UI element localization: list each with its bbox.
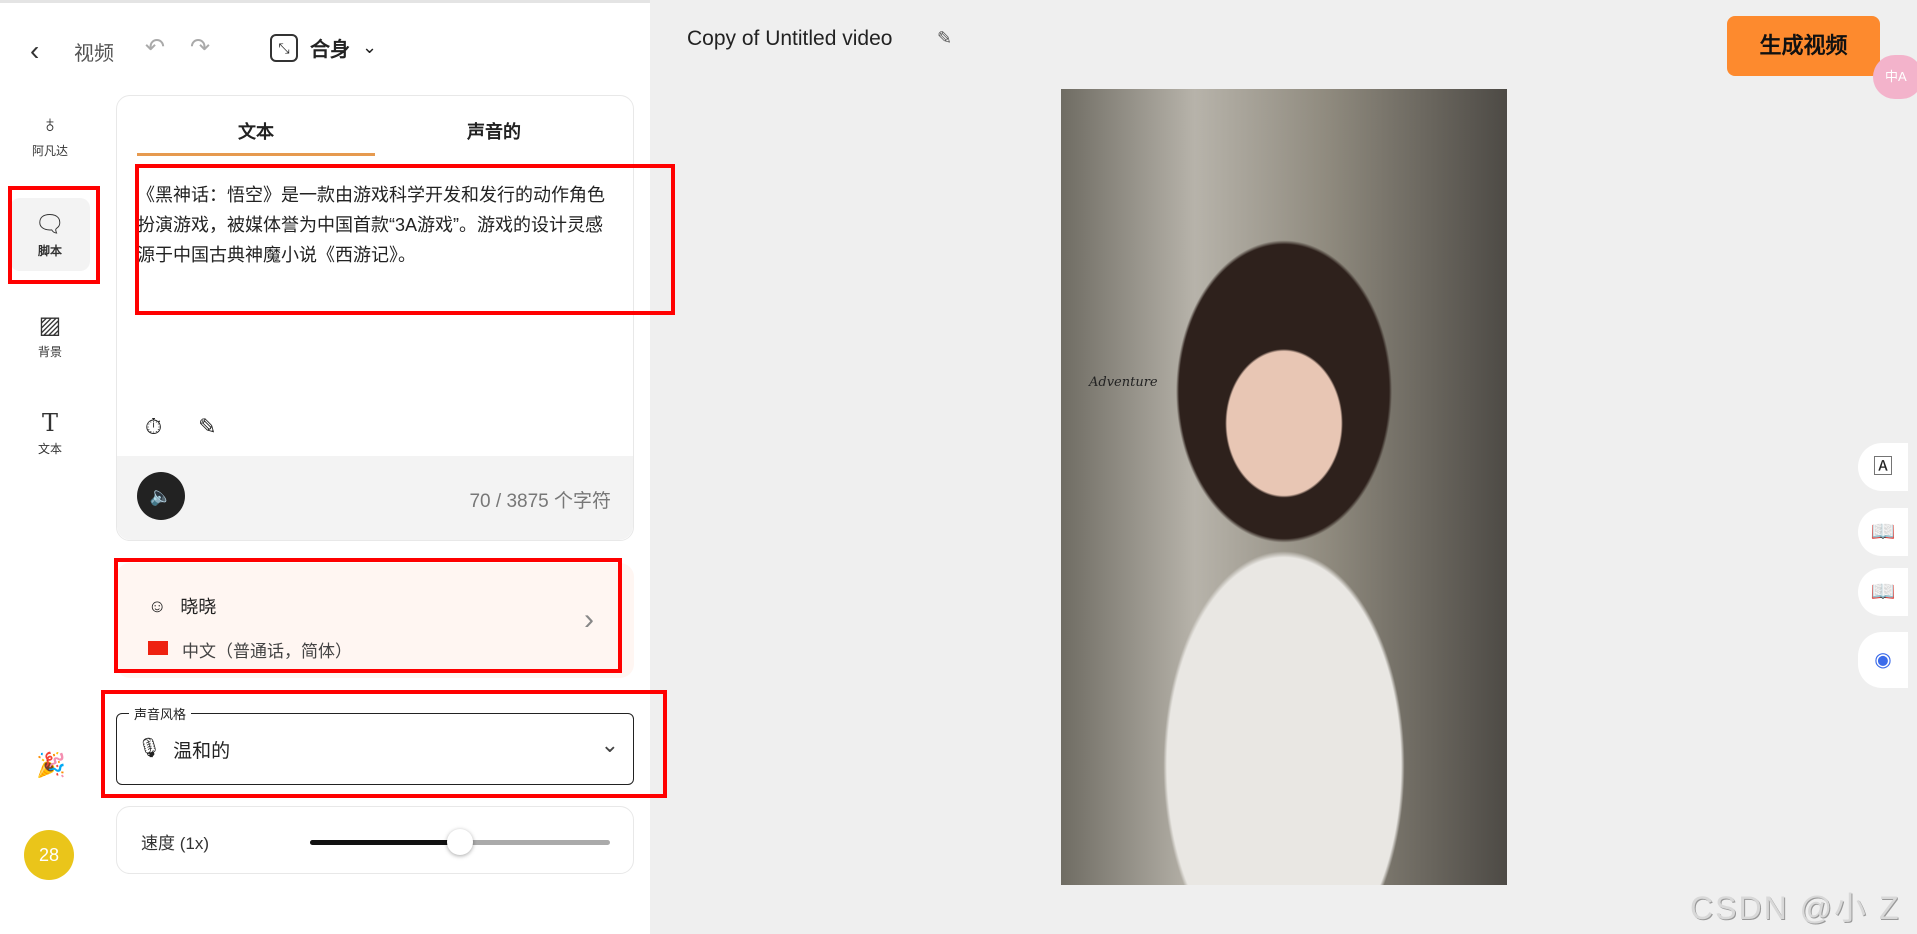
generate-video-button[interactable]: 生成视频 [1727, 16, 1880, 76]
voice-language: 中文（普通话，简体） [182, 642, 352, 661]
speed-slider-handle[interactable] [447, 829, 473, 855]
tab-text[interactable]: 文本 [137, 96, 375, 156]
assistant-icon[interactable]: ◉ [1858, 632, 1908, 688]
voice-name: 晓晓 [180, 597, 217, 617]
timer-icon[interactable]: ⏱ [145, 414, 162, 440]
speed-card: 速度 (1x) [116, 806, 634, 874]
speed-slider[interactable] [310, 829, 610, 855]
pencil-icon[interactable]: ✎ [937, 28, 952, 49]
nav-script[interactable]: 🗨 脚本 [10, 198, 90, 271]
book-icon[interactable]: 📖 [1858, 568, 1908, 616]
nav-background[interactable]: ▨ 背景 [10, 311, 90, 360]
stripes-icon: ▨ [38, 312, 62, 339]
microphone-icon: 🎙 [137, 738, 162, 759]
text-icon: T [41, 409, 58, 437]
char-count: 70 / 3875 个字符 [469, 491, 611, 512]
nav-label: 脚本 [37, 244, 62, 258]
chat-icon: 🗨 [34, 211, 66, 238]
top-bar: ‹ 视频 [30, 33, 114, 69]
chevron-down-icon: ⌄ [362, 37, 378, 57]
magic-wand-icon[interactable]: ✎ [198, 414, 216, 440]
nav-avatar[interactable]: ♁ 阿凡达 [10, 111, 90, 159]
nav-label: 阿凡达 [31, 144, 68, 158]
face-icon: ☺ [148, 595, 167, 616]
party-icon[interactable]: 🎉 [36, 751, 66, 780]
translate-badge[interactable]: 中A [1873, 55, 1917, 99]
book-sparkle-icon[interactable]: 📖 [1858, 508, 1908, 556]
speaker-icon[interactable]: 🔈 [137, 472, 185, 520]
nav-text[interactable]: T 文本 [10, 409, 90, 457]
chevron-down-icon: ⌄ [600, 732, 619, 757]
voice-selector[interactable]: ☺ 晓晓 中文（普通话，简体） › [116, 563, 634, 678]
back-label[interactable]: 视频 [74, 37, 114, 66]
fit-dropdown[interactable]: ⤡ 合身 ⌄ [270, 33, 377, 62]
undo-icon[interactable]: ↶ [145, 33, 165, 62]
fit-label: 合身 [310, 39, 350, 61]
voice-style-value: 温和的 [173, 741, 231, 762]
china-flag-icon [148, 641, 168, 655]
script-textarea[interactable]: 《黑神话：悟空》是一款由游戏科学开发和发行的动作角色扮演游戏，被媒体誉为中国首款… [117, 156, 633, 456]
voice-style-select[interactable]: 声音风格 🎙 温和的 ⌄ [116, 704, 634, 785]
avatar[interactable]: 28 [24, 830, 74, 880]
person-icon: ♁ [41, 111, 59, 138]
translate-icon[interactable]: 🄰 [1858, 443, 1908, 491]
back-chevron-icon[interactable]: ‹ [30, 35, 60, 67]
left-panel: ‹ 视频 ↶ ↷ ⤡ 合身 ⌄ ♁ 阿凡达 🗨 脚本 ▨ 背景 T 文本 🎉 28 文本… [0, 0, 650, 934]
tab-voice[interactable]: 声音的 [375, 96, 613, 156]
nav-label: 背景 [37, 345, 62, 359]
photo-logo-text: Adventure [1089, 375, 1158, 390]
script-footer: 🔈 70 / 3875 个字符 [117, 456, 633, 540]
video-preview-image: Adventure [1061, 89, 1507, 885]
voice-style-label: 声音风格 [129, 704, 192, 723]
chevron-right-icon: › [584, 603, 594, 636]
video-title[interactable]: Copy of Untitled video [687, 27, 892, 51]
script-card: 文本 声音的 《黑神话：悟空》是一款由游戏科学开发和发行的动作角色扮演游戏，被媒… [116, 95, 634, 541]
speed-label: 速度 (1x) [141, 834, 209, 853]
shrink-icon: ⤡ [270, 33, 298, 62]
speed-slider-fill [310, 840, 460, 845]
redo-icon[interactable]: ↷ [190, 33, 210, 62]
watermark: CSDN @小 Z [1690, 890, 1901, 926]
nav-label: 文本 [37, 442, 62, 456]
